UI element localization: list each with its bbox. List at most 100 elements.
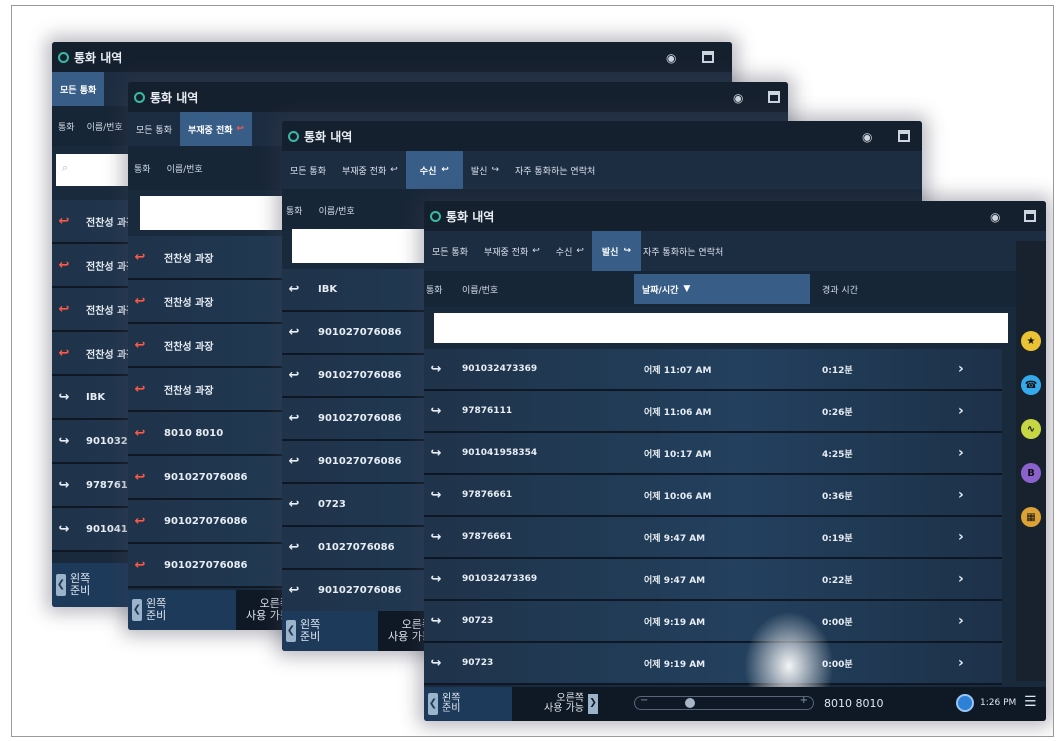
tab-missed-calls[interactable]: 부재중 전화 ↩ — [334, 151, 406, 189]
eye-icon[interactable]: ◉ — [733, 91, 743, 105]
call-list: ↪ 901032473369 어제 11:07 AM 0:12분 › ↪ 97876111 어… — [424, 349, 1002, 685]
slider-thumb[interactable] — [685, 698, 695, 708]
caller-name: 0723 — [318, 499, 346, 510]
caller-name: IBK — [86, 391, 106, 403]
window-icon[interactable] — [1024, 210, 1036, 222]
app-logo-icon — [134, 91, 145, 103]
b-app-icon[interactable]: B — [1021, 463, 1041, 483]
search-input[interactable]: ⌕ — [56, 154, 136, 186]
call-duration: 0:26분 — [822, 407, 853, 418]
grid-app-icon[interactable]: ▦ — [1021, 507, 1041, 527]
tab-received-calls[interactable]: 수신 ↩ — [548, 231, 592, 271]
list-item[interactable]: ↪ 901032473369 어제 9:47 AM 0:22분 › — [424, 559, 1002, 601]
missed-call-icon: ↩ — [58, 345, 70, 361]
window-icon[interactable] — [702, 51, 714, 63]
caller-name: 901027076086 — [318, 585, 402, 596]
chevron-left-icon: ❮ — [56, 574, 66, 596]
left-ready-button[interactable]: ❮ 왼쪽 준비 — [424, 687, 512, 721]
caller-number: 901032473369 — [462, 364, 538, 374]
caller-name: 전찬성 과장 — [164, 385, 214, 397]
incoming-call-icon: ↩ — [288, 325, 300, 340]
search-input[interactable] — [434, 313, 1008, 343]
list-item[interactable]: ↪ 90723 어제 9:19 AM 0:00분 › — [424, 601, 1002, 643]
tab-dialed-calls[interactable]: 발신 ↪ — [591, 231, 642, 271]
activity-icon[interactable]: ∿ — [1021, 419, 1041, 439]
caller-name: 01027076086 — [318, 542, 395, 553]
outgoing-call-icon: ↪ — [58, 477, 70, 493]
list-item[interactable]: ↪ 97876111 어제 11:06 AM 0:26분 › — [424, 391, 1002, 433]
eye-icon[interactable]: ◉ — [862, 130, 872, 144]
left-label: 왼쪽 — [442, 692, 461, 704]
right-label: 오른쪽 — [556, 692, 584, 704]
col-name: 이름/번호 — [166, 164, 203, 175]
outgoing-call-icon: ↪ — [430, 613, 442, 629]
window-icon[interactable] — [768, 91, 780, 103]
call-duration: 0:12분 — [822, 365, 853, 376]
call-datetime: 어제 11:06 AM — [644, 407, 712, 418]
tab-received-calls[interactable]: 수신 ↩ — [405, 151, 463, 189]
user-avatar[interactable] — [956, 694, 974, 712]
missed-call-icon: ↩ — [58, 301, 70, 317]
tab-all-calls[interactable]: 모든 통화 — [52, 72, 105, 106]
star-icon[interactable]: ★ — [1021, 331, 1041, 351]
eye-icon[interactable]: ◉ — [990, 210, 1000, 224]
caller-name: 901027076086 — [164, 515, 248, 527]
col-name: 이름/번호 — [86, 122, 123, 133]
tab-all-calls[interactable]: 모든 통화 — [424, 231, 476, 271]
outgoing-call-icon: ↪ — [430, 487, 442, 503]
list-item[interactable]: ↪ 97876661 어제 10:06 AM 0:36분 › — [424, 475, 1002, 517]
missed-call-icon: ↩ — [134, 469, 146, 485]
outgoing-call-icon: ↪ — [58, 433, 70, 449]
left-ready-button[interactable]: ❮ 왼쪽 준비 — [282, 611, 378, 651]
title-bar: 통화 내역 ◉ — [128, 82, 788, 112]
chevron-left-icon: ❮ — [132, 599, 142, 621]
caller-number: 97876111 — [462, 406, 513, 416]
phone-app-icon[interactable]: ☎ — [1021, 375, 1041, 395]
title-bar: 통화 내역 ◉ — [424, 201, 1046, 231]
call-datetime: 어제 9:47 AM — [644, 575, 706, 586]
app-title: 통화 내역 — [446, 209, 495, 224]
menu-icon[interactable]: ☰ — [1024, 694, 1037, 710]
call-datetime: 어제 10:17 AM — [644, 449, 712, 460]
volume-slider[interactable]: − + — [634, 695, 814, 710]
tab-all-calls[interactable]: 모든 통화 — [282, 151, 334, 189]
call-duration: 0:19분 — [822, 533, 853, 544]
tab-dialed-calls[interactable]: 발신 ↪ — [463, 151, 507, 189]
title-bar: 통화 내역 ◉ — [282, 121, 922, 151]
tab-missed-calls[interactable]: 부재중 전화 ↩ — [476, 231, 548, 271]
tab-all-calls[interactable]: 모든 통화 — [128, 112, 180, 146]
missed-call-icon: ↩ — [532, 246, 540, 256]
right-available-button[interactable]: 오른쪽 사용 가능 ❯ — [544, 687, 598, 721]
list-item[interactable]: ↪ 97876661 어제 9:47 AM 0:19분 › — [424, 517, 1002, 559]
caller-name: 901027076086 — [164, 471, 248, 483]
column-header: 통화 이름/번호 날짜/시간 ▼ 경과 시간 — [424, 271, 1046, 307]
outgoing-call-icon: ↪ — [430, 403, 442, 419]
left-ready-button[interactable]: ❮ 왼쪽 준비 — [128, 590, 236, 630]
bottom-bar: ❮ 왼쪽 준비 오른쪽 사용 가능 ❯ − + 8010 8010 1:26 PM … — [424, 687, 1046, 721]
eye-icon[interactable]: ◉ — [666, 51, 676, 65]
outgoing-call-icon: ↪ — [58, 521, 70, 537]
chevron-right-icon: › — [958, 403, 964, 419]
list-item[interactable]: ↪ 90723 어제 9:19 AM 0:00분 › — [424, 643, 1002, 685]
missed-call-icon: ↩ — [58, 213, 70, 229]
call-duration: 0:00분 — [822, 617, 853, 628]
search-input[interactable] — [292, 229, 442, 263]
list-item[interactable]: ↪ 901032473369 어제 11:07 AM 0:12분 › — [424, 349, 1002, 391]
tab-bar: 모든 통화 부재중 전화 ↩ 수신 ↩ 발신 ↪ 자주 통화하는 연락처 — [424, 231, 1046, 271]
search-icon: ⌕ — [62, 161, 69, 174]
list-item[interactable]: ↪ 901041958354 어제 10:17 AM 4:25분 › — [424, 433, 1002, 475]
left-status: 준비 — [146, 609, 167, 622]
caller-name: 901027076086 — [318, 370, 402, 381]
search-input[interactable] — [140, 196, 290, 230]
app-title: 통화 내역 — [304, 129, 353, 144]
tab-frequent-contacts[interactable]: 자주 통화하는 연락처 — [507, 151, 603, 189]
caller-name: IBK — [318, 284, 338, 295]
left-ready-button[interactable]: ❮ 왼쪽 준비 — [52, 563, 140, 607]
app-sidebar: ★ ☎ ∿ B ▦ — [1016, 241, 1046, 681]
tab-missed-calls[interactable]: 부재중 전화 ↩ — [179, 112, 253, 146]
incoming-call-icon: ↩ — [288, 497, 300, 512]
caller-number: 90723 — [462, 658, 494, 668]
incoming-call-icon: ↩ — [288, 540, 300, 555]
col-datetime-sort[interactable]: 날짜/시간 ▼ — [634, 274, 810, 304]
window-icon[interactable] — [898, 130, 910, 142]
